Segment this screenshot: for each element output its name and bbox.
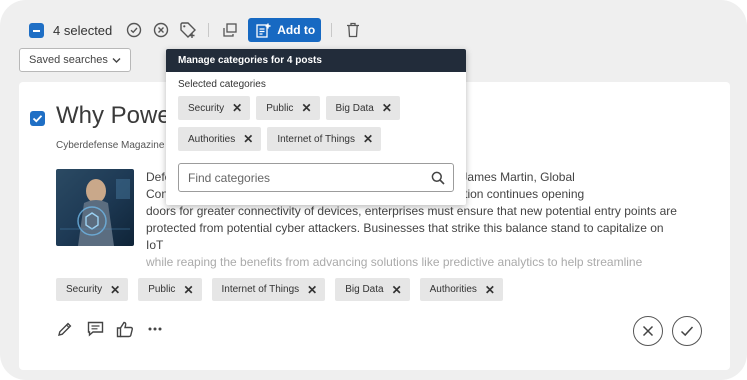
remove-category-icon[interactable]: ✕ xyxy=(363,132,373,146)
post-tag: Public ✕ xyxy=(138,278,202,301)
reject-button[interactable] xyxy=(633,316,663,346)
close-icon xyxy=(642,325,654,337)
post-checkbox[interactable] xyxy=(30,111,45,126)
selected-count: 4 selected xyxy=(53,22,113,38)
toolbar-divider xyxy=(208,23,210,37)
add-to-list-icon xyxy=(256,23,271,38)
chip-label: Security xyxy=(188,102,225,114)
search-icon[interactable] xyxy=(431,171,445,185)
tag-label: Authorities xyxy=(429,284,477,295)
post-tag: Security ✕ xyxy=(56,278,129,301)
chevron-down-icon xyxy=(112,58,121,63)
remove-category-icon[interactable]: ✕ xyxy=(382,101,392,115)
bulk-toolbar: 4 selected Add to xyxy=(29,18,363,42)
approve-button[interactable] xyxy=(672,316,702,346)
category-chip: Big Data ✕ xyxy=(325,96,400,120)
duplicate-icon[interactable] xyxy=(220,20,240,40)
popover-title: Manage categories for 4 posts xyxy=(166,49,466,72)
chip-label: Internet of Things xyxy=(277,133,355,145)
check-icon xyxy=(680,326,694,337)
category-search xyxy=(178,163,454,192)
remove-category-icon[interactable]: ✕ xyxy=(232,101,242,115)
checkmark-circle-icon[interactable] xyxy=(124,20,144,40)
post-tags: Security ✕ Public ✕ Internet of Things ✕ Bi… xyxy=(56,278,513,301)
post-thumbnail[interactable] xyxy=(56,169,134,246)
chip-label: Public xyxy=(266,102,294,114)
more-icon[interactable] xyxy=(146,320,164,338)
tag-label: Big Data xyxy=(345,284,384,295)
post-tag: Big Data ✕ xyxy=(335,278,410,301)
tag-plus-icon[interactable] xyxy=(178,20,198,40)
add-to-label: Add to xyxy=(277,23,316,37)
remove-category-icon[interactable]: ✕ xyxy=(243,132,253,146)
category-row: Authorities ✕ Internet of Things ✕ xyxy=(178,127,463,151)
remove-category-icon[interactable]: ✕ xyxy=(301,101,311,115)
chip-label: Authorities xyxy=(188,133,236,145)
category-chip: Security ✕ xyxy=(178,96,251,120)
add-to-button[interactable]: Add to xyxy=(248,18,322,42)
remove-tag-icon[interactable]: ✕ xyxy=(485,283,495,297)
category-chip: Public ✕ xyxy=(256,96,320,120)
toolbar-divider xyxy=(331,23,333,37)
tag-label: Public xyxy=(148,284,176,295)
trash-icon[interactable] xyxy=(343,20,363,40)
edit-icon[interactable] xyxy=(56,320,74,338)
select-all-checkbox[interactable] xyxy=(29,22,44,38)
thumbs-up-icon[interactable] xyxy=(116,320,134,338)
tag-label: Internet of Things xyxy=(221,284,300,295)
remove-tag-icon[interactable]: ✕ xyxy=(110,283,120,297)
post-actions xyxy=(56,320,176,338)
category-chip: Authorities ✕ xyxy=(178,127,262,151)
selected-categories: Security ✕ Public ✕ Big Data ✕ Authorities ✕… xyxy=(178,96,463,158)
remove-tag-icon[interactable]: ✕ xyxy=(392,283,402,297)
post-tag: Authorities ✕ xyxy=(419,278,503,301)
excerpt-line: while reaping the benefits from advancin… xyxy=(146,255,643,269)
post-title[interactable]: Why Power xyxy=(56,102,179,130)
comment-icon[interactable] xyxy=(86,320,104,338)
category-row: Security ✕ Public ✕ Big Data ✕ xyxy=(178,96,463,120)
excerpt-line: protected from potential cyber attackers… xyxy=(146,221,664,252)
saved-searches-label: Saved searches xyxy=(29,54,108,66)
remove-tag-icon[interactable]: ✕ xyxy=(183,283,193,297)
remove-tag-icon[interactable]: ✕ xyxy=(307,283,317,297)
selected-categories-label: Selected categories xyxy=(178,79,266,90)
tag-label: Security xyxy=(66,284,103,295)
saved-searches-dropdown[interactable]: Saved searches xyxy=(19,48,131,72)
post-tag: Internet of Things ✕ xyxy=(211,278,326,301)
excerpt-line: doors for greater connectivity of device… xyxy=(146,204,677,218)
category-chip: Internet of Things ✕ xyxy=(267,127,382,151)
post-source: Cyberdefense Magazine xyxy=(56,140,165,151)
manage-categories-popover: Manage categories for 4 posts Selected c… xyxy=(166,49,466,205)
chip-label: Big Data xyxy=(335,102,374,114)
app-frame: 4 selected Add to Saved searches Why Pow… xyxy=(0,0,747,380)
find-categories-input[interactable] xyxy=(179,170,419,185)
close-circle-icon[interactable] xyxy=(151,20,171,40)
